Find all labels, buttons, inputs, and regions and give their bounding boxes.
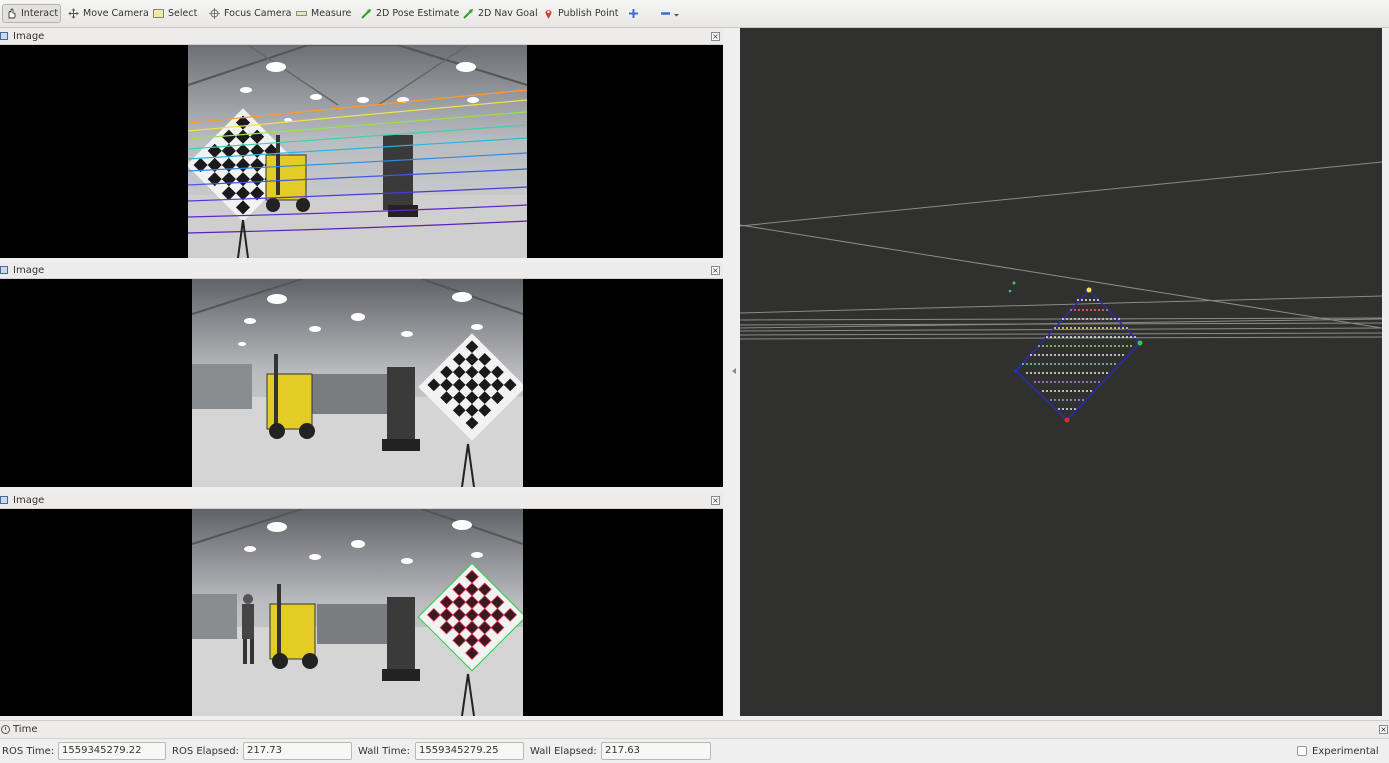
main-toolbar: Interact Move Camera Select Focus Camera… bbox=[0, 0, 1389, 28]
plus-icon bbox=[628, 8, 639, 19]
tool-publish-point[interactable]: Publish Point bbox=[540, 4, 621, 23]
image-panel-1 bbox=[0, 45, 723, 258]
clock-icon bbox=[1, 725, 10, 734]
window-icon bbox=[0, 266, 8, 274]
window-icon bbox=[0, 496, 8, 504]
experimental-checkbox[interactable] bbox=[1297, 746, 1307, 756]
time-panel-title: Time bbox=[13, 724, 38, 735]
collapse-arrow-icon bbox=[732, 368, 736, 374]
hand-cursor-icon bbox=[6, 8, 17, 19]
remove-tool-dropdown[interactable] bbox=[657, 4, 683, 23]
3d-render-view[interactable] bbox=[740, 28, 1382, 716]
ros-elapsed-label: ROS Elapsed: bbox=[172, 746, 239, 757]
tool-interact[interactable]: Interact bbox=[2, 4, 61, 23]
tool-2d-nav-goal[interactable]: 2D Nav Goal bbox=[460, 4, 541, 23]
minus-dropdown-icon bbox=[660, 8, 680, 19]
select-box-icon bbox=[153, 8, 164, 19]
image-panel-1-title: Image bbox=[13, 31, 45, 42]
tool-2d-pose-estimate[interactable]: 2D Pose Estimate bbox=[358, 4, 462, 23]
camera-image-lidar-overlay bbox=[188, 45, 527, 258]
tool-move-camera-label: Move Camera bbox=[83, 8, 149, 19]
wall-elapsed-label: Wall Elapsed: bbox=[530, 746, 597, 757]
image-panel-1-titlebar: Image × bbox=[0, 29, 723, 45]
tool-measure-label: Measure bbox=[311, 8, 352, 19]
add-tool-button[interactable] bbox=[625, 4, 642, 23]
tool-publish-point-label: Publish Point bbox=[558, 8, 619, 19]
ros-time-label: ROS Time: bbox=[2, 746, 55, 757]
camera-image-3 bbox=[192, 509, 523, 716]
image-panel-2-titlebar: Image × bbox=[0, 263, 723, 279]
image-panel-3-title: Image bbox=[13, 495, 45, 506]
image-panel-2 bbox=[0, 279, 723, 487]
right-panel-edge bbox=[1382, 28, 1389, 718]
ruler-icon bbox=[296, 8, 307, 19]
wall-time-field[interactable]: 1559345279.25 bbox=[415, 742, 524, 760]
time-panel-titlebar: Time × bbox=[0, 720, 1389, 739]
green-arrow-icon bbox=[463, 8, 474, 19]
experimental-label: Experimental bbox=[1312, 746, 1379, 757]
window-icon bbox=[0, 32, 8, 40]
tool-2d-pose-estimate-label: 2D Pose Estimate bbox=[376, 8, 460, 19]
ros-time-field[interactable]: 1559345279.22 bbox=[58, 742, 166, 760]
image-panel-3-titlebar: Image × bbox=[0, 493, 723, 509]
wall-time-label: Wall Time: bbox=[358, 746, 410, 757]
tool-focus-camera-label: Focus Camera bbox=[224, 8, 292, 19]
close-icon[interactable]: × bbox=[711, 32, 720, 41]
camera-image-2 bbox=[192, 279, 523, 487]
crosshair-icon bbox=[209, 8, 220, 19]
time-panel: ROS Time: 1559345279.22 ROS Elapsed: 217… bbox=[0, 739, 1389, 763]
wall-elapsed-field[interactable]: 217.63 bbox=[601, 742, 711, 760]
tool-select-label: Select bbox=[168, 8, 198, 19]
tool-interact-label: Interact bbox=[21, 8, 59, 19]
ros-elapsed-field[interactable]: 217.73 bbox=[243, 742, 352, 760]
close-icon[interactable]: × bbox=[1379, 725, 1388, 734]
close-icon[interactable]: × bbox=[711, 266, 720, 275]
image-panel-3 bbox=[0, 509, 723, 716]
green-arrow-icon bbox=[361, 8, 372, 19]
move-arrows-icon bbox=[68, 8, 79, 19]
tool-focus-camera[interactable]: Focus Camera bbox=[206, 4, 294, 23]
panel-splitter[interactable] bbox=[723, 28, 740, 718]
map-pin-icon bbox=[543, 8, 554, 19]
tool-move-camera[interactable]: Move Camera bbox=[65, 4, 152, 23]
tool-measure[interactable]: Measure bbox=[293, 4, 354, 23]
tool-select[interactable]: Select bbox=[150, 4, 200, 23]
image-panel-2-title: Image bbox=[13, 265, 45, 276]
close-icon[interactable]: × bbox=[711, 496, 720, 505]
tool-2d-nav-goal-label: 2D Nav Goal bbox=[478, 8, 538, 19]
